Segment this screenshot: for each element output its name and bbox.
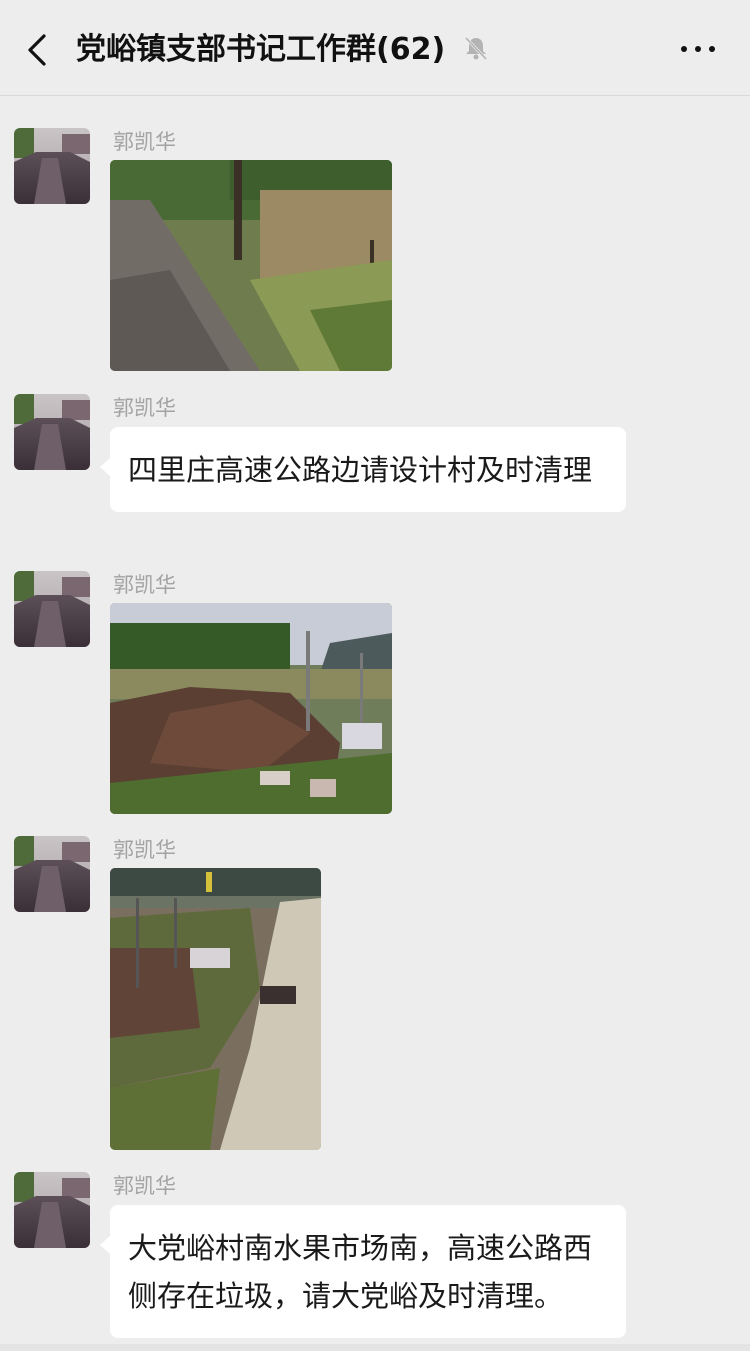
photo-rubble-pile [110,603,392,814]
avatar-image [14,128,90,204]
text-message-bubble[interactable]: 大党峪村南水果市场南，高速公路西侧存在垃圾，请大党峪及时清理。 [100,1205,626,1338]
sender-name: 郭凯华 [113,130,176,154]
ellipsis-icon[interactable] [678,36,718,62]
avatar-image [14,1172,90,1248]
sender-name: 郭凯华 [113,838,176,862]
chevron-left-icon[interactable] [22,30,52,70]
avatar-image [14,394,90,470]
sender-name: 郭凯华 [113,1174,176,1198]
text-message-bubble[interactable]: 四里庄高速公路边请设计村及时清理 [100,427,626,512]
next-message-edge [0,1344,750,1351]
chat-title: 党峪镇支部书记工作群(62) [76,32,446,67]
chat-header: 党峪镇支部书记工作群(62) [0,0,750,96]
sender-name: 郭凯华 [113,396,176,420]
image-message[interactable] [110,868,321,1150]
avatar-image [14,571,90,647]
image-message[interactable] [110,160,392,371]
avatar[interactable] [14,394,90,470]
sender-name: 郭凯华 [113,573,176,597]
image-message[interactable] [110,603,392,814]
photo-concrete-path [110,868,321,1150]
avatar[interactable] [14,128,90,204]
bell-muted-icon [464,36,488,61]
avatar-image [14,836,90,912]
avatar[interactable] [14,571,90,647]
avatar[interactable] [14,1172,90,1248]
photo-dirt-road [110,160,392,371]
avatar[interactable] [14,836,90,912]
